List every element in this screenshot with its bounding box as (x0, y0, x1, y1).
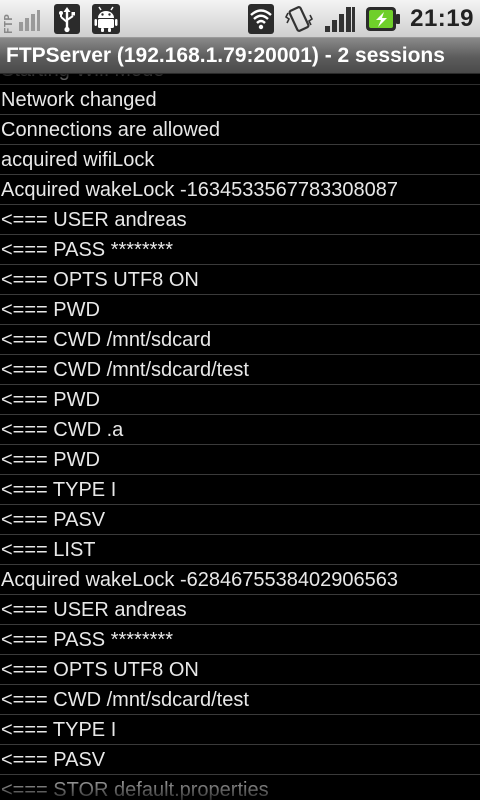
log-line[interactable]: <=== PWD (0, 385, 480, 415)
log-line[interactable]: Connections are allowed (0, 115, 480, 145)
notification-icons: FTP (2, 3, 120, 35)
wifi-icon (248, 4, 275, 34)
log-line[interactable]: <=== TYPE I (0, 475, 480, 505)
log-line-text: <=== STOR default.properties (1, 779, 269, 800)
log-line-text: <=== USER andreas (1, 209, 187, 231)
log-line-text: acquired wifiLock (1, 149, 155, 171)
ftp-badge-label: FTP (2, 14, 15, 34)
log-line-text: <=== CWD /mnt/sdcard/test (1, 689, 249, 711)
log-line[interactable]: <=== CWD /mnt/sdcard/test (0, 355, 480, 385)
log-line-text: <=== PWD (1, 449, 100, 471)
log-line[interactable]: <=== LIST (0, 535, 480, 565)
log-line[interactable]: Network changed (0, 85, 480, 115)
log-line[interactable]: <=== TYPE I (0, 715, 480, 745)
ftp-server-icon: FTP (2, 4, 42, 34)
log-line-text: Starting Wifi Mode (1, 74, 164, 81)
log-line-text: <=== PASV (1, 509, 106, 531)
log-line-text: <=== CWD /mnt/sdcard/test (1, 359, 249, 381)
log-line-text: <=== OPTS UTF8 ON (1, 269, 199, 291)
log-line[interactable]: <=== PWD (0, 295, 480, 325)
usb-icon (54, 4, 80, 34)
log-line[interactable]: <=== USER andreas (0, 205, 480, 235)
log-line[interactable]: <=== PASS ******** (0, 235, 480, 265)
log-line[interactable]: <=== PWD (0, 445, 480, 475)
log-line[interactable]: <=== CWD /mnt/sdcard (0, 325, 480, 355)
log-line[interactable]: Starting Wifi Mode (0, 74, 480, 85)
log-line[interactable]: <=== PASV (0, 505, 480, 535)
system-icons: 21:19 (248, 3, 474, 35)
log-line[interactable]: <=== OPTS UTF8 ON (0, 655, 480, 685)
log-list[interactable]: Starting Wifi Mode Network changed Connect… (0, 74, 480, 800)
log-line-text: <=== CWD .a (1, 419, 124, 441)
log-line[interactable]: <=== PASV (0, 745, 480, 775)
log-line[interactable]: <=== PASS ******** (0, 625, 480, 655)
log-line-text: Network changed (1, 89, 157, 111)
log-line-text: <=== USER andreas (1, 599, 187, 621)
clock: 21:19 (410, 5, 474, 32)
log-line-text: Acquired wakeLock -1634533567783308087 (1, 179, 398, 201)
log-line-text: <=== LIST (1, 539, 96, 561)
android-debug-icon (92, 4, 120, 34)
ftp-bars-icon (19, 10, 40, 31)
log-line-text: Acquired wakeLock -6284675538402906563 (1, 569, 398, 591)
log-line-text: Connections are allowed (1, 119, 221, 141)
status-bar[interactable]: FTP 21:19 (0, 0, 480, 38)
log-line-text: <=== TYPE I (1, 719, 117, 741)
log-line-text: <=== PWD (1, 299, 100, 321)
signal-icon (325, 7, 356, 32)
app-title: FTPServer (192.168.1.79:20001) - 2 sessi… (6, 44, 445, 67)
log-line[interactable]: Acquired wakeLock -6284675538402906563 (0, 565, 480, 595)
battery-charging-icon (366, 7, 401, 31)
log-line-text: <=== OPTS UTF8 ON (1, 659, 199, 681)
log-line[interactable]: <=== USER andreas (0, 595, 480, 625)
log-line[interactable]: acquired wifiLock (0, 145, 480, 175)
log-line-text: <=== PASS ******** (1, 239, 173, 261)
log-line[interactable]: <=== CWD .a (0, 415, 480, 445)
log-line-text: <=== PWD (1, 389, 100, 411)
log-line-text: <=== CWD /mnt/sdcard (1, 329, 212, 351)
log-list-view[interactable]: Starting Wifi Mode Network changed Connect… (0, 74, 480, 800)
log-line[interactable]: <=== CWD /mnt/sdcard/test (0, 685, 480, 715)
vibrate-icon (285, 6, 314, 32)
log-line[interactable]: <=== OPTS UTF8 ON (0, 265, 480, 295)
log-line-text: <=== PASV (1, 749, 106, 771)
log-line[interactable]: Acquired wakeLock -1634533567783308087 (0, 175, 480, 205)
log-line[interactable]: <=== STOR default.properties (0, 775, 480, 800)
log-line-text: <=== PASS ******** (1, 629, 173, 651)
log-line-text: <=== TYPE I (1, 479, 117, 501)
app-title-bar: FTPServer (192.168.1.79:20001) - 2 sessi… (0, 38, 480, 74)
